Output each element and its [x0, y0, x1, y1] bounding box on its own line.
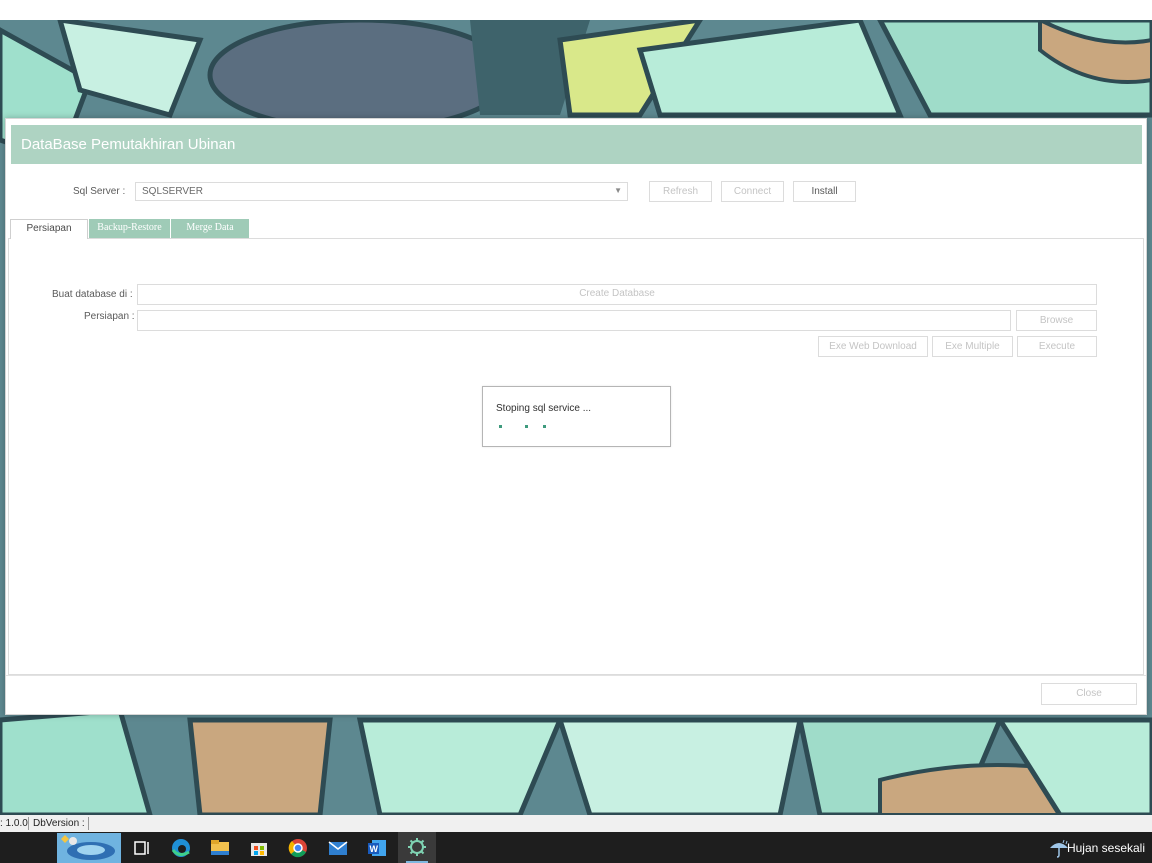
task-view-icon[interactable]	[130, 836, 154, 860]
store-icon[interactable]	[247, 836, 271, 860]
sql-server-select[interactable]: SQLSERVER ▼	[135, 182, 628, 201]
file-explorer-icon[interactable]	[208, 836, 232, 860]
sql-server-value: SQLSERVER	[142, 186, 203, 197]
create-database-button[interactable]: Create Database	[137, 284, 1097, 305]
word-icon[interactable]: W	[365, 836, 389, 860]
footer-divider	[6, 675, 1146, 676]
progress-dot	[525, 425, 528, 428]
edge-browser-icon[interactable]	[169, 836, 193, 860]
exe-web-download-button[interactable]: Exe Web Download	[818, 336, 928, 357]
chrome-icon[interactable]	[286, 836, 310, 860]
db-version-text: DbVersion :	[33, 818, 85, 829]
tab-backup-restore[interactable]: Backup-Restore	[89, 219, 170, 238]
version-text: : 1.0.0	[0, 818, 28, 829]
progress-message: Stoping sql service ...	[496, 403, 592, 414]
buat-database-label: Buat database di :	[52, 289, 133, 300]
persiapan-path-input[interactable]	[137, 310, 1011, 331]
close-button[interactable]: Close	[1041, 683, 1137, 705]
weather-text[interactable]: Hujan sesekali	[1067, 841, 1145, 855]
chevron-down-icon[interactable]: ▼	[614, 186, 622, 195]
app-gear-icon	[408, 838, 426, 856]
progress-dot	[499, 425, 502, 428]
widgets-icon[interactable]	[57, 833, 121, 863]
create-database-label: Create Database	[579, 288, 655, 299]
mail-icon[interactable]	[326, 836, 350, 860]
progress-dot	[543, 425, 546, 428]
svg-text:W: W	[370, 844, 379, 854]
browse-button[interactable]: Browse	[1016, 310, 1097, 331]
sql-server-label: Sql Server :	[73, 186, 126, 197]
window-title: DataBase Pemutakhiran Ubinan	[21, 136, 236, 153]
status-divider	[28, 817, 29, 830]
progress-dialog: Stoping sql service ...	[482, 386, 671, 447]
status-divider	[88, 817, 89, 830]
taskbar: W Hujan sesekali	[0, 832, 1152, 863]
connect-button[interactable]: Connect	[721, 181, 784, 202]
tab-persiapan[interactable]: Persiapan	[10, 219, 88, 239]
status-bar: : 1.0.0 DbVersion :	[0, 815, 1152, 832]
refresh-button[interactable]: Refresh	[649, 181, 712, 202]
install-button[interactable]: Install	[793, 181, 856, 202]
tab-panel-persiapan: Buat database di : Create Database Persi…	[8, 238, 1144, 675]
exe-multiple-button[interactable]: Exe Multiple	[932, 336, 1013, 357]
tab-merge-data[interactable]: Merge Data	[171, 219, 249, 238]
app-window: DataBase Pemutakhiran Ubinan Sql Server …	[5, 118, 1147, 715]
persiapan-label: Persiapan :	[84, 311, 135, 322]
active-app-slot[interactable]	[398, 832, 436, 863]
execute-button[interactable]: Execute	[1017, 336, 1097, 357]
window-titlebar: DataBase Pemutakhiran Ubinan	[11, 125, 1142, 164]
